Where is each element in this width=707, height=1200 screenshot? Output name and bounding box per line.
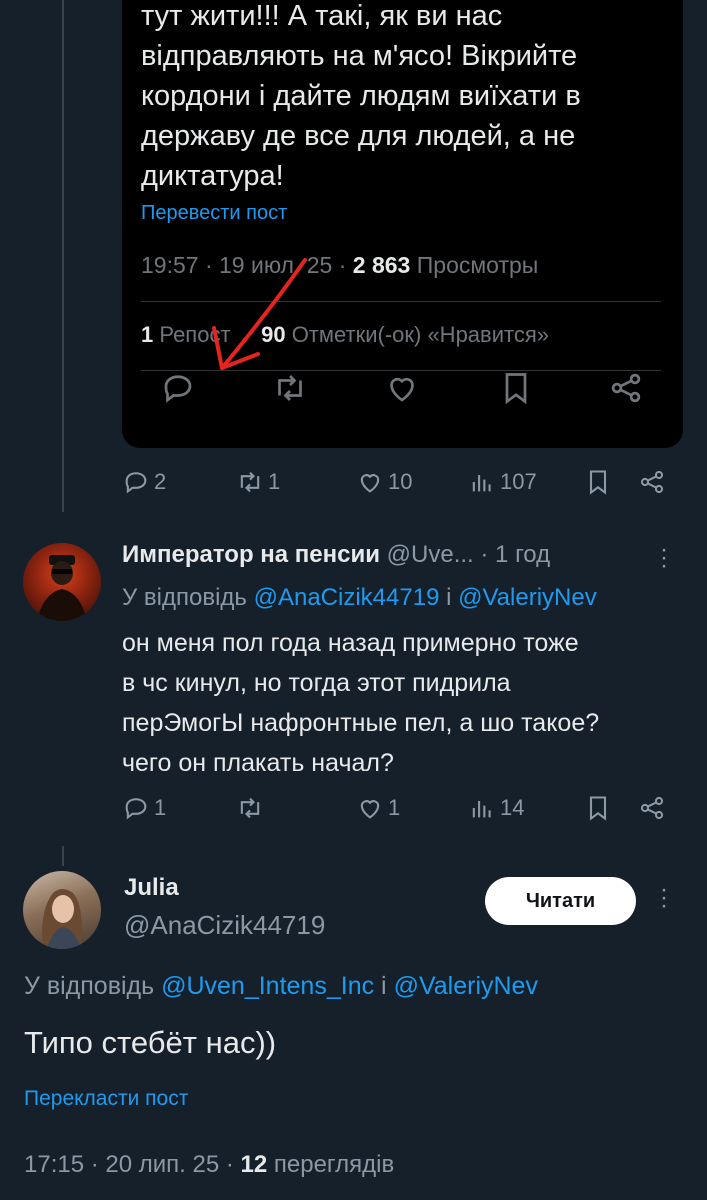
reply-icon[interactable] — [160, 370, 196, 406]
reply-text-line: он меня пол года назад примерно тоже — [122, 629, 579, 657]
reply1-text: он меня пол года назад примерно тоже в ч… — [122, 623, 599, 783]
mention-link[interactable]: @ValeriyNev — [458, 584, 597, 611]
post-text: Типо стебёт нас)) — [24, 1025, 277, 1060]
thread-line-top — [62, 0, 64, 512]
views-count: 14 — [500, 795, 525, 820]
repost-button[interactable] — [236, 794, 268, 822]
bookmark-button[interactable] — [584, 794, 612, 822]
repost-icon — [240, 797, 260, 819]
views-button[interactable]: 107 — [468, 468, 537, 496]
mention-join: і — [374, 972, 394, 1000]
share-icon — [640, 470, 664, 494]
views-button[interactable]: 14 — [468, 794, 524, 822]
avatar[interactable] — [23, 543, 101, 621]
mention-link[interactable]: @ValeriyNev — [394, 972, 538, 1000]
translate-post-link[interactable]: Перевести пост — [141, 202, 287, 225]
reposts-count[interactable]: 1 — [141, 322, 153, 347]
quoted-text-line: кордони і дайте людям виїхати в — [141, 80, 581, 112]
share-button[interactable] — [638, 468, 666, 496]
repost-button[interactable]: 1 — [236, 468, 280, 496]
like-icon — [360, 474, 380, 493]
share-icon[interactable] — [608, 370, 644, 406]
reply-to-line: У відповідь @AnaCizik44719 і @ValeriyNev — [122, 584, 597, 612]
like-icon[interactable] — [384, 370, 420, 406]
avatar[interactable] — [23, 871, 101, 949]
reply1-header: Император на пенсии @Uve... · 1 год — [122, 541, 550, 569]
like-count: 10 — [388, 469, 413, 494]
bookmark-button[interactable] — [584, 468, 612, 496]
reply-to-line: У відповідь @Uven_Intens_Inc і @ValeriyN… — [24, 972, 538, 1001]
like-count: 1 — [388, 795, 401, 820]
avatar-portrait-icon — [42, 889, 82, 949]
views-count: 12 — [240, 1151, 268, 1178]
quoted-views-count: 2 863 — [352, 252, 411, 278]
reply-text-line: в чс кинул, но тогда этот пидрила — [122, 669, 511, 697]
reply-count: 1 — [154, 795, 167, 820]
views-count: 107 — [500, 469, 537, 494]
follow-button[interactable]: Читати — [485, 877, 636, 925]
quoted-post-text: тут жити!!! А такі, як ви нас відправляю… — [141, 0, 661, 196]
reply-text-line: перЭмогЫ нафронтные пел, а шо такое? — [122, 709, 600, 737]
reply-prefix: У відповідь — [122, 584, 254, 611]
reply-text-line: чего он плакать начал? — [122, 749, 394, 777]
more-options-icon[interactable]: · · · — [660, 878, 668, 918]
mention-join: і — [439, 584, 459, 611]
bookmark-icon[interactable] — [498, 370, 534, 406]
post-meta: 17:15 · 20 лип. 25 · 12 переглядів — [24, 1151, 394, 1179]
mention-link[interactable]: @AnaCizik44719 — [254, 584, 440, 611]
more-options-icon[interactable]: · · · — [660, 538, 668, 578]
annotation-arrow-icon — [212, 258, 307, 370]
quoted-text-line: відправляють на м'ясо! Вікрийте — [141, 40, 578, 72]
like-icon — [360, 800, 380, 819]
quoted-text-line: диктатура! — [141, 160, 284, 192]
like-button[interactable]: 1 — [356, 794, 400, 822]
share-button[interactable] — [638, 794, 666, 822]
reply-button[interactable]: 2 — [122, 468, 166, 496]
quoted-text-line: державу де все для людей, а не — [141, 120, 576, 152]
quoted-views-label: Просмотры — [410, 252, 539, 278]
avatar-silhouette-icon — [37, 555, 87, 621]
bookmark-icon — [589, 470, 607, 495]
translate-post-link[interactable]: Перекласти пост — [24, 1087, 188, 1111]
quoted-text-line: тут жити!!! А такі, як ви нас — [141, 0, 503, 32]
post-time: 17:15 · 20 лип. 25 · — [24, 1151, 241, 1178]
likes-label[interactable]: Отметки(-ок) «Нравится» — [286, 322, 549, 347]
views-icon — [472, 475, 491, 492]
reply-icon — [125, 798, 147, 820]
author-handle[interactable]: @AnaCizik44719 — [124, 910, 325, 941]
reply1-actions-row: 1 1 14 — [122, 794, 682, 830]
like-button[interactable]: 10 — [356, 468, 412, 496]
reply-icon — [125, 472, 147, 494]
reply-prefix: У відповідь — [24, 972, 162, 1000]
quoted-post-card[interactable]: тут жити!!! А такі, як ви нас відправляю… — [122, 0, 683, 448]
post-time: · 1 год — [473, 541, 551, 568]
bookmark-icon — [589, 796, 607, 821]
author-handle[interactable]: @Uve... — [380, 541, 474, 568]
views-label: переглядів — [267, 1151, 395, 1178]
author-name[interactable]: Император на пенсии — [122, 541, 380, 568]
repost-icon — [240, 471, 260, 493]
share-icon — [640, 796, 664, 820]
repost-count: 1 — [268, 469, 281, 494]
author-name[interactable]: Julia — [124, 874, 179, 902]
reply-button[interactable]: 1 — [122, 794, 166, 822]
thread-line-bottom — [62, 846, 64, 866]
post-actions-row: 2 1 10 107 — [122, 468, 682, 504]
views-icon — [472, 801, 491, 818]
reply-count: 2 — [154, 469, 167, 494]
mention-link[interactable]: @Uven_Intens_Inc — [161, 972, 374, 1000]
